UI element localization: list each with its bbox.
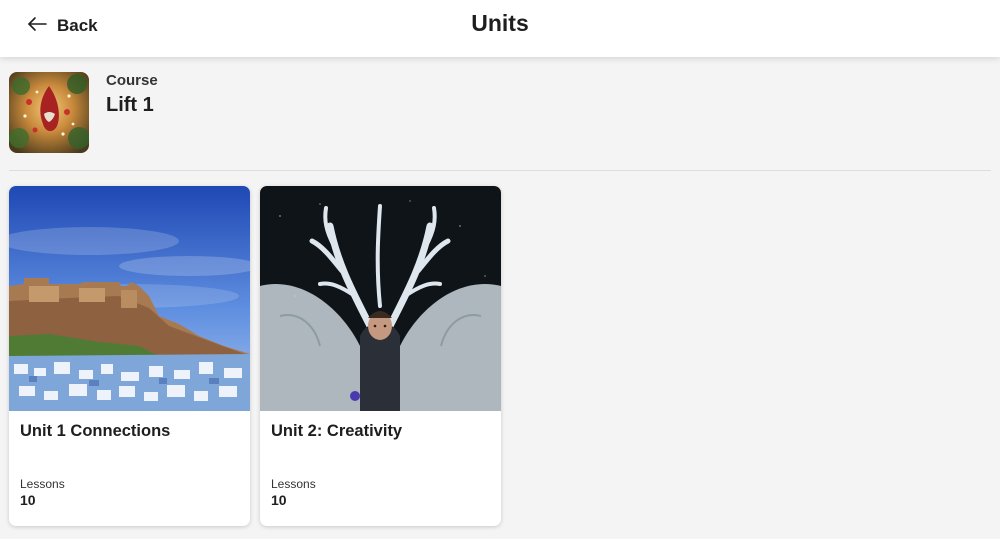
- course-header: Course Lift 1: [9, 72, 991, 154]
- lessons-count: 10: [271, 492, 287, 508]
- unit-card[interactable]: Unit 1 Connections Lessons 10: [9, 186, 250, 526]
- lessons-label: Lessons: [20, 477, 65, 491]
- course-thumbnail: [9, 72, 89, 153]
- course-name: Lift 1: [106, 94, 154, 116]
- unit-title: Unit 2: Creativity: [271, 422, 403, 440]
- unit-card[interactable]: Unit 2: Creativity Lessons 10: [260, 186, 501, 526]
- unit-image-ice-sculpture: [260, 186, 501, 411]
- lessons-label: Lessons: [271, 477, 316, 491]
- top-bar: Back Units: [0, 0, 1000, 57]
- course-eyebrow: Course: [106, 72, 158, 89]
- unit-title: Unit 1 Connections: [20, 422, 171, 440]
- page-title: Units: [471, 10, 529, 36]
- unit-image-city: [9, 186, 250, 411]
- lessons-count: 10: [20, 492, 36, 508]
- divider: [9, 170, 991, 171]
